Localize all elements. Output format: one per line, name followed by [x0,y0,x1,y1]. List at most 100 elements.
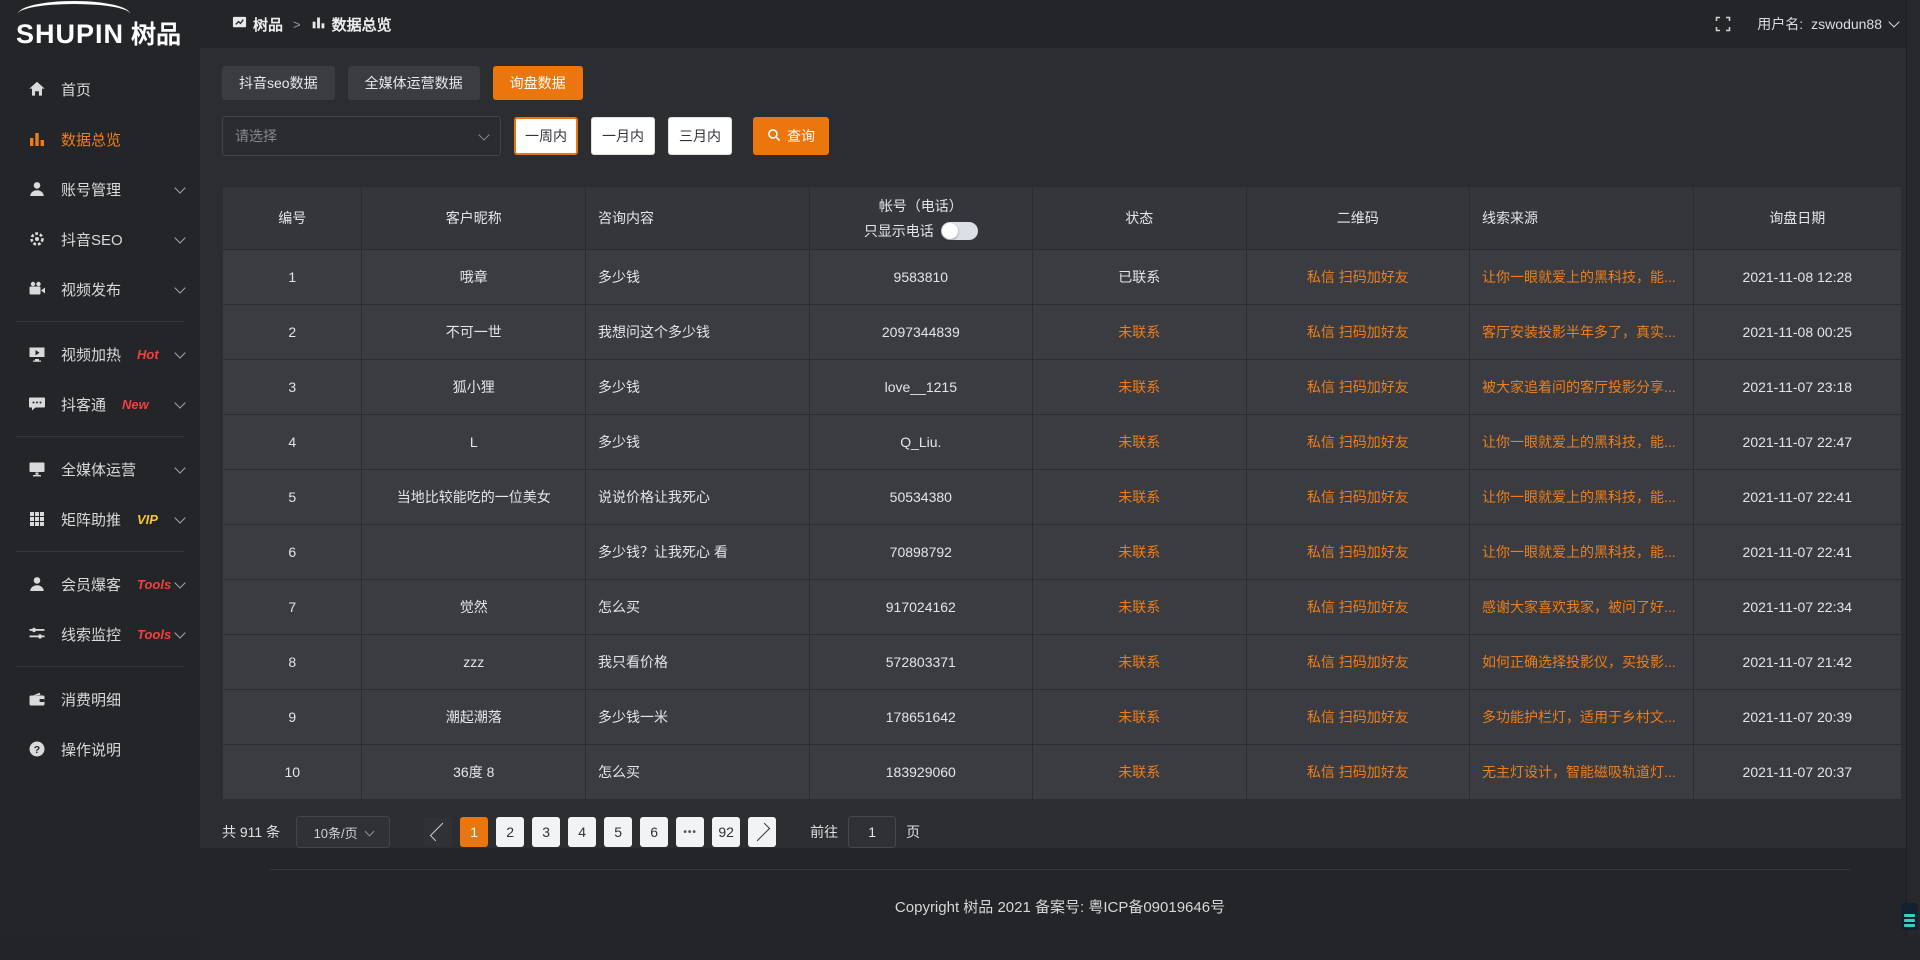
cell-account: 9583810 [809,250,1033,305]
source-link[interactable]: 让你一眼就爱上的黑科技，能... [1470,470,1694,525]
source-link[interactable]: 让你一眼就爱上的黑科技，能... [1470,415,1694,470]
cell-content: 说说价格让我死心 [586,470,810,525]
page-size-select[interactable]: 10条/页 [296,816,390,848]
sidebar-item-consumption-detail[interactable]: 消费明细 [0,674,200,724]
next-page-button[interactable] [748,817,776,847]
sidebar-item-member-baoke[interactable]: 会员爆客Tools [0,559,200,609]
qr-link[interactable]: 私信 扫码加好友 [1246,580,1470,635]
chevron-down-icon [174,462,185,473]
sidebar-item-data-overview[interactable]: 数据总览 [0,114,200,164]
sidebar-item-douyin-seo[interactable]: 抖音SEO [0,214,200,264]
qr-link[interactable]: 私信 扫码加好友 [1246,635,1470,690]
qr-link[interactable]: 私信 扫码加好友 [1246,525,1470,580]
sidebar-item-home[interactable]: 首页 [0,64,200,114]
period-week[interactable]: 一周内 [514,117,578,155]
ellipsis-button[interactable]: ••• [676,817,704,847]
period-month[interactable]: 一月内 [591,117,655,155]
filter-select[interactable]: 请选择 [222,116,501,156]
cell-no: 4 [223,415,362,470]
sidebar-item-label: 视频发布 [61,279,121,300]
data-tabs: 抖音seo数据全媒体运营数据询盘数据 [222,66,1902,100]
cell-date: 2021-11-07 21:42 [1693,635,1901,690]
sidebar-item-account-management[interactable]: 账号管理 [0,164,200,214]
cell-no: 6 [223,525,362,580]
status-badge: 未联系 [1033,415,1246,470]
user-icon [28,575,46,593]
sidebar-item-media-operation[interactable]: 全媒体运营 [0,444,200,494]
sidebar-item-matrix-boost[interactable]: 矩阵助推VIP [0,494,200,544]
table-row: 8zzz我只看价格572803371未联系私信 扫码加好友如何正确选择投影仪，买… [223,635,1902,690]
source-link[interactable]: 如何正确选择投影仪，买投影... [1470,635,1694,690]
fullscreen-icon[interactable] [1715,16,1731,32]
page-button-6[interactable]: 6 [640,817,668,847]
qr-link[interactable]: 私信 扫码加好友 [1246,250,1470,305]
qr-link[interactable]: 私信 扫码加好友 [1246,360,1470,415]
source-link[interactable]: 让你一眼就爱上的黑科技，能... [1470,250,1694,305]
chevron-down-icon [174,577,185,588]
user-dropdown[interactable]: 用户名:zswodun88 [1757,14,1898,34]
query-label: 查询 [787,126,815,146]
status-badge: 未联系 [1033,360,1246,415]
qr-link[interactable]: 私信 扫码加好友 [1246,690,1470,745]
scrollbar[interactable] [1906,0,1920,936]
status-badge: 未联系 [1033,635,1246,690]
sidebar-item-operation-guide[interactable]: ?操作说明 [0,724,200,774]
tab-media-operation-data[interactable]: 全媒体运营数据 [348,66,480,100]
page-button-1[interactable]: 1 [460,817,488,847]
period-quarter[interactable]: 三月内 [668,117,732,155]
topbar: 树品 > 数据总览 用户名:zswodun88 [200,0,1920,48]
breadcrumb-item-current[interactable]: 数据总览 [311,14,392,35]
page-button-2[interactable]: 2 [496,817,524,847]
sidebar-item-douketong[interactable]: 抖客通 New [0,379,200,429]
sidebar-item-label: 数据总览 [61,129,121,150]
sidebar-item-label: 账号管理 [61,179,121,200]
query-button[interactable]: 查询 [753,117,829,155]
qr-link[interactable]: 私信 扫码加好友 [1246,745,1470,800]
source-link[interactable]: 感谢大家喜欢我家，被问了好... [1470,580,1694,635]
cell-date: 2021-11-07 20:39 [1693,690,1901,745]
sidebar-item-label: 会员爆客 [61,574,121,595]
qr-link[interactable]: 私信 扫码加好友 [1246,470,1470,525]
tab-inquiry-data[interactable]: 询盘数据 [493,66,583,100]
question-icon: ? [28,740,46,758]
table-row: 6多少钱？让我死心 看70898792未联系私信 扫码加好友让你一眼就爱上的黑科… [223,525,1902,580]
qr-link[interactable]: 私信 扫码加好友 [1246,305,1470,360]
goto-page-input[interactable] [848,816,896,848]
source-link[interactable]: 无主灯设计，智能磁吸轨道灯... [1470,745,1694,800]
sidebar-item-clue-monitor[interactable]: 线索监控Tools [0,609,200,659]
col-header-status: 状态 [1033,187,1246,250]
page-button-4[interactable]: 4 [568,817,596,847]
source-link[interactable]: 被大家追着问的客厅投影分享... [1470,360,1694,415]
source-link[interactable]: 让你一眼就爱上的黑科技，能... [1470,525,1694,580]
breadcrumb-label: 树品 [253,14,283,35]
sidebar-item-label: 消费明细 [61,689,121,710]
sidebar-badge: Hot [137,347,159,362]
browser-widget-icon[interactable] [1901,903,1918,930]
cell-content: 我想问这个多少钱 [586,305,810,360]
phone-only-toggle[interactable] [941,222,978,240]
chat-icon [28,395,46,413]
page-button-3[interactable]: 3 [532,817,560,847]
qr-link[interactable]: 私信 扫码加好友 [1246,415,1470,470]
sidebar-item-label: 抖客通 [61,394,106,415]
tab-douyin-seo-data[interactable]: 抖音seo数据 [222,66,335,100]
page-button-92[interactable]: 92 [712,817,740,847]
sidebar-badge: New [122,397,149,412]
page-size-value: 10条/页 [314,823,358,842]
cell-account: 70898792 [809,525,1033,580]
grid-icon [28,510,46,528]
sidebar-item-video-publish[interactable]: 视频发布 [0,264,200,314]
cell-account: love__1215 [809,360,1033,415]
pagination: 共 911 条10条/页123456•••92前往页 [222,816,1902,848]
source-link[interactable]: 多功能护栏灯，适用于乡村文... [1470,690,1694,745]
home-icon [28,80,46,98]
page-button-5[interactable]: 5 [604,817,632,847]
source-link[interactable]: 客厅安装投影半年多了，真实... [1470,305,1694,360]
screen-play-icon [28,345,46,363]
status-badge: 未联系 [1033,580,1246,635]
prev-page-button[interactable] [424,817,452,847]
breadcrumb-item-home[interactable]: 树品 [232,14,283,35]
gear-icon [28,230,46,248]
cell-content: 多少钱 [586,360,810,415]
sidebar-item-video-heat[interactable]: 视频加热Hot [0,329,200,379]
